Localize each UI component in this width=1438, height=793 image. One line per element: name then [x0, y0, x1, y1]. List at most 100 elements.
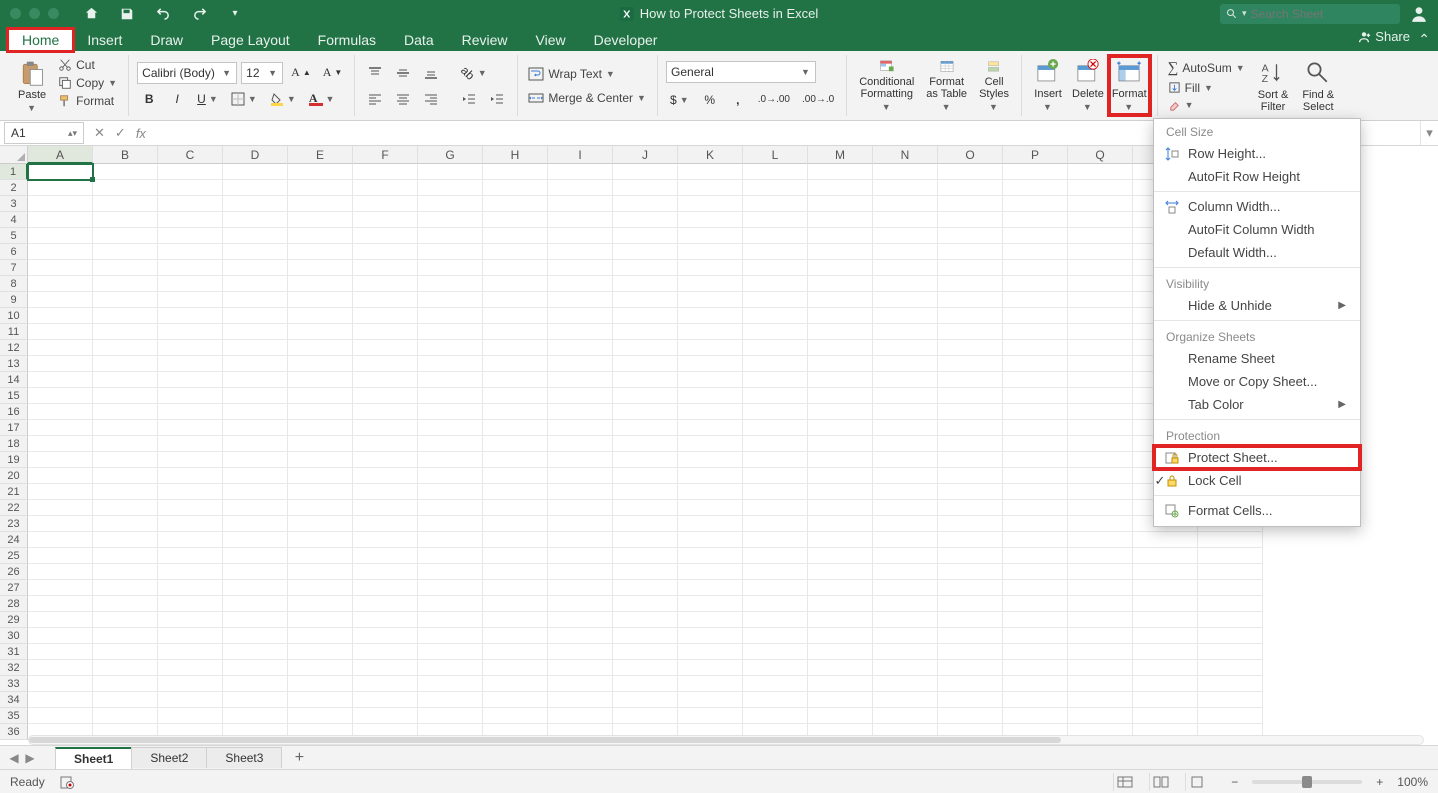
- cell[interactable]: [808, 692, 873, 708]
- row-header[interactable]: 12: [0, 340, 28, 356]
- cell[interactable]: [223, 564, 288, 580]
- share-button[interactable]: Share: [1357, 29, 1410, 44]
- view-page-break-icon[interactable]: [1185, 773, 1207, 791]
- row-header[interactable]: 30: [0, 628, 28, 644]
- cell[interactable]: [1068, 372, 1133, 388]
- cell[interactable]: [353, 436, 418, 452]
- cell[interactable]: [1003, 388, 1068, 404]
- row-header[interactable]: 3: [0, 196, 28, 212]
- cell[interactable]: [873, 436, 938, 452]
- view-page-layout-icon[interactable]: [1149, 773, 1171, 791]
- cell[interactable]: [1068, 324, 1133, 340]
- cell[interactable]: [743, 628, 808, 644]
- cell[interactable]: [873, 500, 938, 516]
- cell[interactable]: [1198, 580, 1263, 596]
- cell[interactable]: [938, 180, 1003, 196]
- cell[interactable]: [158, 708, 223, 724]
- cell[interactable]: [288, 228, 353, 244]
- cell[interactable]: [548, 340, 613, 356]
- cell[interactable]: [1003, 228, 1068, 244]
- menu-move-copy-sheet[interactable]: Move or Copy Sheet...: [1154, 370, 1360, 393]
- align-left-button[interactable]: [363, 88, 387, 110]
- cell[interactable]: [418, 404, 483, 420]
- cell[interactable]: [1198, 644, 1263, 660]
- cell[interactable]: [223, 308, 288, 324]
- cell[interactable]: [288, 324, 353, 340]
- cell[interactable]: [483, 228, 548, 244]
- cell[interactable]: [93, 660, 158, 676]
- cell[interactable]: [483, 708, 548, 724]
- cell[interactable]: [223, 676, 288, 692]
- cell[interactable]: [158, 196, 223, 212]
- cell-styles-button[interactable]: Cell Styles▼: [975, 57, 1013, 114]
- cell[interactable]: [223, 596, 288, 612]
- row-header[interactable]: 36: [0, 724, 28, 740]
- col-header[interactable]: F: [353, 146, 418, 164]
- view-normal-icon[interactable]: [1113, 773, 1135, 791]
- cell[interactable]: [873, 676, 938, 692]
- cell[interactable]: [613, 484, 678, 500]
- redo-icon[interactable]: [191, 6, 207, 22]
- cell[interactable]: [28, 580, 93, 596]
- cell[interactable]: [548, 644, 613, 660]
- cell[interactable]: [93, 564, 158, 580]
- delete-cells-button[interactable]: Delete▼: [1068, 57, 1108, 114]
- cell[interactable]: [288, 404, 353, 420]
- cell[interactable]: [28, 644, 93, 660]
- cell[interactable]: [873, 308, 938, 324]
- row-header[interactable]: 34: [0, 692, 28, 708]
- cell[interactable]: [28, 308, 93, 324]
- cell[interactable]: [483, 292, 548, 308]
- cell[interactable]: [613, 196, 678, 212]
- cell[interactable]: [1198, 612, 1263, 628]
- cell[interactable]: [613, 164, 678, 180]
- cell[interactable]: [483, 356, 548, 372]
- cell[interactable]: [1003, 612, 1068, 628]
- cell[interactable]: [678, 436, 743, 452]
- cell[interactable]: [418, 564, 483, 580]
- cell[interactable]: [938, 564, 1003, 580]
- cell[interactable]: [1003, 644, 1068, 660]
- cell[interactable]: [1133, 596, 1198, 612]
- cell[interactable]: [93, 404, 158, 420]
- cell[interactable]: [548, 356, 613, 372]
- cell[interactable]: [353, 644, 418, 660]
- cell[interactable]: [1068, 580, 1133, 596]
- cell[interactable]: [613, 692, 678, 708]
- cell[interactable]: [288, 692, 353, 708]
- cell[interactable]: [288, 420, 353, 436]
- cell[interactable]: [743, 468, 808, 484]
- cell[interactable]: [28, 164, 93, 180]
- cell[interactable]: [808, 388, 873, 404]
- cell[interactable]: [353, 676, 418, 692]
- row-header[interactable]: 8: [0, 276, 28, 292]
- cell[interactable]: [873, 548, 938, 564]
- menu-column-width[interactable]: Column Width...: [1154, 195, 1360, 218]
- cell[interactable]: [743, 308, 808, 324]
- cell[interactable]: [1003, 212, 1068, 228]
- sort-filter-button[interactable]: AZSort & Filter: [1254, 57, 1293, 115]
- cell[interactable]: [938, 452, 1003, 468]
- cell[interactable]: [418, 196, 483, 212]
- cell[interactable]: [353, 596, 418, 612]
- autosum-button[interactable]: ∑AutoSum▼: [1166, 59, 1248, 78]
- cell[interactable]: [678, 164, 743, 180]
- cell[interactable]: [1068, 308, 1133, 324]
- cell[interactable]: [158, 452, 223, 468]
- cell[interactable]: [288, 644, 353, 660]
- cell[interactable]: [678, 596, 743, 612]
- cell[interactable]: [1003, 260, 1068, 276]
- cell[interactable]: [548, 548, 613, 564]
- cell[interactable]: [483, 500, 548, 516]
- col-header[interactable]: G: [418, 146, 483, 164]
- cell[interactable]: [1068, 692, 1133, 708]
- cell[interactable]: [418, 244, 483, 260]
- cell[interactable]: [873, 484, 938, 500]
- cell[interactable]: [548, 708, 613, 724]
- cell[interactable]: [28, 484, 93, 500]
- cell[interactable]: [548, 484, 613, 500]
- cell[interactable]: [223, 196, 288, 212]
- cell[interactable]: [418, 212, 483, 228]
- cell[interactable]: [743, 356, 808, 372]
- decrease-indent-button[interactable]: [457, 88, 481, 110]
